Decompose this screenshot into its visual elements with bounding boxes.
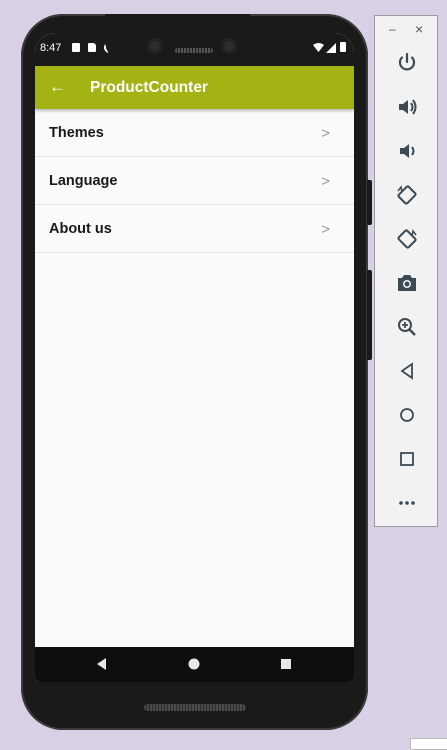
bottom-speaker <box>144 704 246 711</box>
system-nav-bar <box>35 647 354 682</box>
emulator-toolbar: – × <box>374 15 438 527</box>
zoom-icon[interactable] <box>395 315 419 339</box>
earpiece-speaker <box>175 48 213 53</box>
close-icon[interactable]: × <box>415 21 423 37</box>
settings-item-label: Language <box>49 173 118 189</box>
front-camera-left <box>147 38 163 54</box>
overview-icon[interactable] <box>395 447 419 471</box>
notification-a-icon <box>72 43 80 52</box>
rotate-left-icon[interactable] <box>395 183 419 207</box>
rotate-right-icon[interactable] <box>395 227 419 251</box>
volume-up-icon[interactable] <box>395 95 419 119</box>
display-notch <box>105 14 250 66</box>
app-title: ProductCounter <box>90 79 208 96</box>
sd-card-icon <box>88 43 96 52</box>
window-corner <box>410 738 447 750</box>
back-arrow-icon[interactable]: ← <box>49 77 66 97</box>
nav-overview-icon[interactable] <box>278 656 294 672</box>
volume-down-icon[interactable] <box>395 139 419 163</box>
home-icon[interactable] <box>395 403 419 427</box>
chevron-right-icon: > <box>321 125 330 142</box>
front-camera-right <box>221 38 237 54</box>
power-icon[interactable] <box>395 51 419 75</box>
chevron-right-icon: > <box>321 221 330 238</box>
settings-item-label: Themes <box>49 125 104 141</box>
more-icon[interactable] <box>395 491 419 515</box>
settings-list: Themes > Language > About us > <box>35 109 354 253</box>
settings-item-label: About us <box>49 221 112 237</box>
camera-icon[interactable] <box>395 271 419 295</box>
phone-screen: 8:47 ← ProductCounter Themes > Language … <box>35 33 354 682</box>
phone-power-key <box>367 180 372 225</box>
settings-item-themes[interactable]: Themes > <box>35 109 354 157</box>
back-icon[interactable] <box>395 359 419 383</box>
chevron-right-icon: > <box>321 173 330 190</box>
status-time: 8:47 <box>40 42 62 54</box>
battery-icon <box>340 42 346 52</box>
phone-volume-key <box>367 270 372 360</box>
signal-icon <box>326 43 336 53</box>
nav-home-icon[interactable] <box>186 656 202 672</box>
minimize-icon[interactable]: – <box>389 22 396 36</box>
wifi-icon <box>313 43 324 52</box>
nav-back-icon[interactable] <box>94 656 110 672</box>
settings-item-language[interactable]: Language > <box>35 157 354 205</box>
settings-item-about-us[interactable]: About us > <box>35 205 354 253</box>
app-bar: ← ProductCounter <box>35 66 354 109</box>
